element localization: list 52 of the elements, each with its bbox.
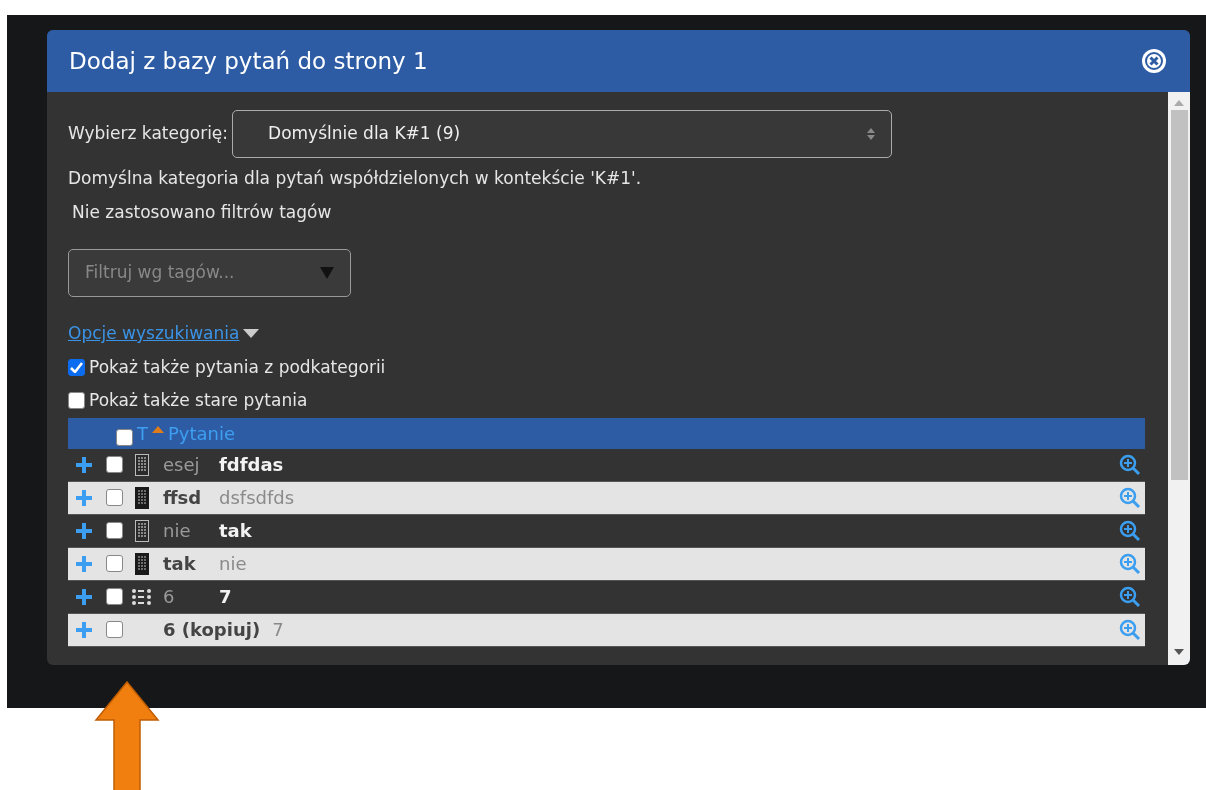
category-description: Domyślna kategoria dla pytań współdzielonych w kontekście 'K#1'. [68,167,643,190]
checkbox[interactable] [106,588,123,605]
document-icon [135,486,149,509]
question-name: tak [163,552,197,576]
question-text: 7 [272,618,284,642]
sort-ascending-icon [152,425,164,433]
checkbox[interactable] [106,456,123,473]
checkbox[interactable] [106,489,123,506]
zoom-in-icon[interactable] [1119,519,1141,542]
search-options-link[interactable]: Opcje wyszukiwania [68,321,240,347]
table-row[interactable]: tak nie [68,547,1145,581]
checkbox[interactable] [106,522,123,539]
checkbox-label: Pokaż także stare pytania [89,389,308,412]
zoom-in-icon[interactable] [1119,585,1141,608]
question-text: tak [219,519,252,543]
category-select[interactable]: Domyślnie dla K#1 (9) [232,110,893,158]
select-all-checkbox[interactable] [116,428,133,446]
question-name: nie [163,519,192,543]
checkbox-label: Pokaż także pytania z podkategorii [89,355,386,379]
checkbox[interactable] [68,392,85,410]
question-name: esej [163,453,201,477]
table-row[interactable]: 6 (kopiuj) 7 [68,613,1145,647]
dialog-title: Dodaj z bazy pytań do strony 1 [69,46,428,76]
sort-arrows-icon [867,128,876,140]
table-row[interactable]: ffsd dsfsdfds [68,481,1145,515]
category-label: Wybierz kategorię: [68,122,229,146]
document-icon [135,453,149,476]
question-name: 6 (kopiuj) [163,618,261,642]
placeholder-text: Filtruj wg tagów... [85,261,235,285]
question-text: dsfsdfds [219,486,295,510]
category-value: Domyślnie dla K#1 (9) [268,122,461,146]
question-name: ffsd [163,486,203,510]
close-icon[interactable] [1140,47,1168,75]
caret-icon [243,329,260,339]
document-icon [135,552,149,575]
question-name: 6 [163,585,176,609]
question-text: nie [219,552,247,576]
tag-filter-status: Nie zastosowano filtrów tagów [72,200,333,224]
dropdown-arrow-icon [320,267,334,279]
scrollbar[interactable] [1168,92,1190,665]
question-text: fdfdas [219,453,284,477]
checkbox[interactable] [106,555,123,572]
plus-icon[interactable] [76,588,92,605]
list-icon [132,587,152,606]
zoom-in-icon[interactable] [1119,453,1141,476]
document-icon [135,519,149,542]
question-text: 7 [219,585,232,609]
plus-icon[interactable] [76,522,92,539]
checkbox[interactable] [106,621,123,638]
checkbox[interactable] [68,358,85,376]
scroll-down-icon[interactable] [1174,649,1184,657]
plus-icon[interactable] [76,456,92,473]
